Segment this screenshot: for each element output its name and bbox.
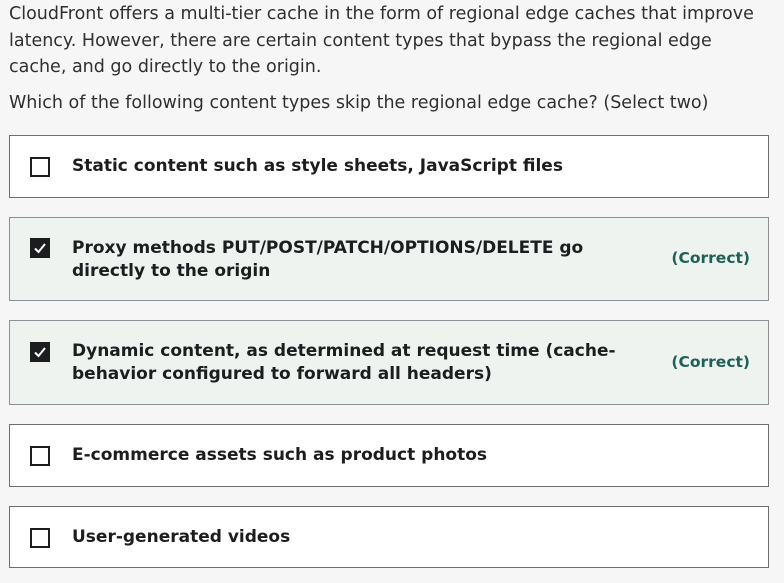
checkmark-icon [34, 347, 46, 358]
answer-option-4[interactable]: E-commerce assets such as product photos [9, 424, 769, 487]
checkbox-option-4[interactable] [30, 446, 50, 466]
option-5-label: User-generated videos [72, 527, 291, 547]
option-4-label: E-commerce assets such as product photos [72, 445, 488, 465]
option-2-label: Proxy methods PUT/POST/PATCH/OPTIONS/DEL… [72, 238, 584, 281]
checkmark-icon [34, 243, 46, 254]
question-prompt: Which of the following content types ski… [9, 93, 709, 113]
correct-badge-option-2: (Correct) [671, 249, 750, 267]
correct-badge-option-3: (Correct) [671, 353, 750, 371]
answer-option-5[interactable]: User-generated videos [9, 506, 769, 568]
checkbox-option-3[interactable] [30, 342, 50, 362]
answer-option-2[interactable]: Proxy methods PUT/POST/PATCH/OPTIONS/DEL… [9, 217, 769, 301]
answer-option-3[interactable]: Dynamic content, as determined at reques… [9, 320, 769, 405]
checkbox-option-1[interactable] [30, 157, 50, 177]
checkbox-option-5[interactable] [30, 528, 50, 548]
quiz-question-panel: CloudFront offers a multi-tier cache in … [0, 0, 784, 583]
option-3-label: Dynamic content, as determined at reques… [72, 341, 616, 384]
checkbox-option-2[interactable] [30, 238, 50, 258]
option-1-label: Static content such as style sheets, Jav… [72, 156, 563, 176]
question-text: CloudFront offers a multi-tier cache in … [9, 4, 754, 77]
answer-option-1[interactable]: Static content such as style sheets, Jav… [9, 135, 769, 198]
